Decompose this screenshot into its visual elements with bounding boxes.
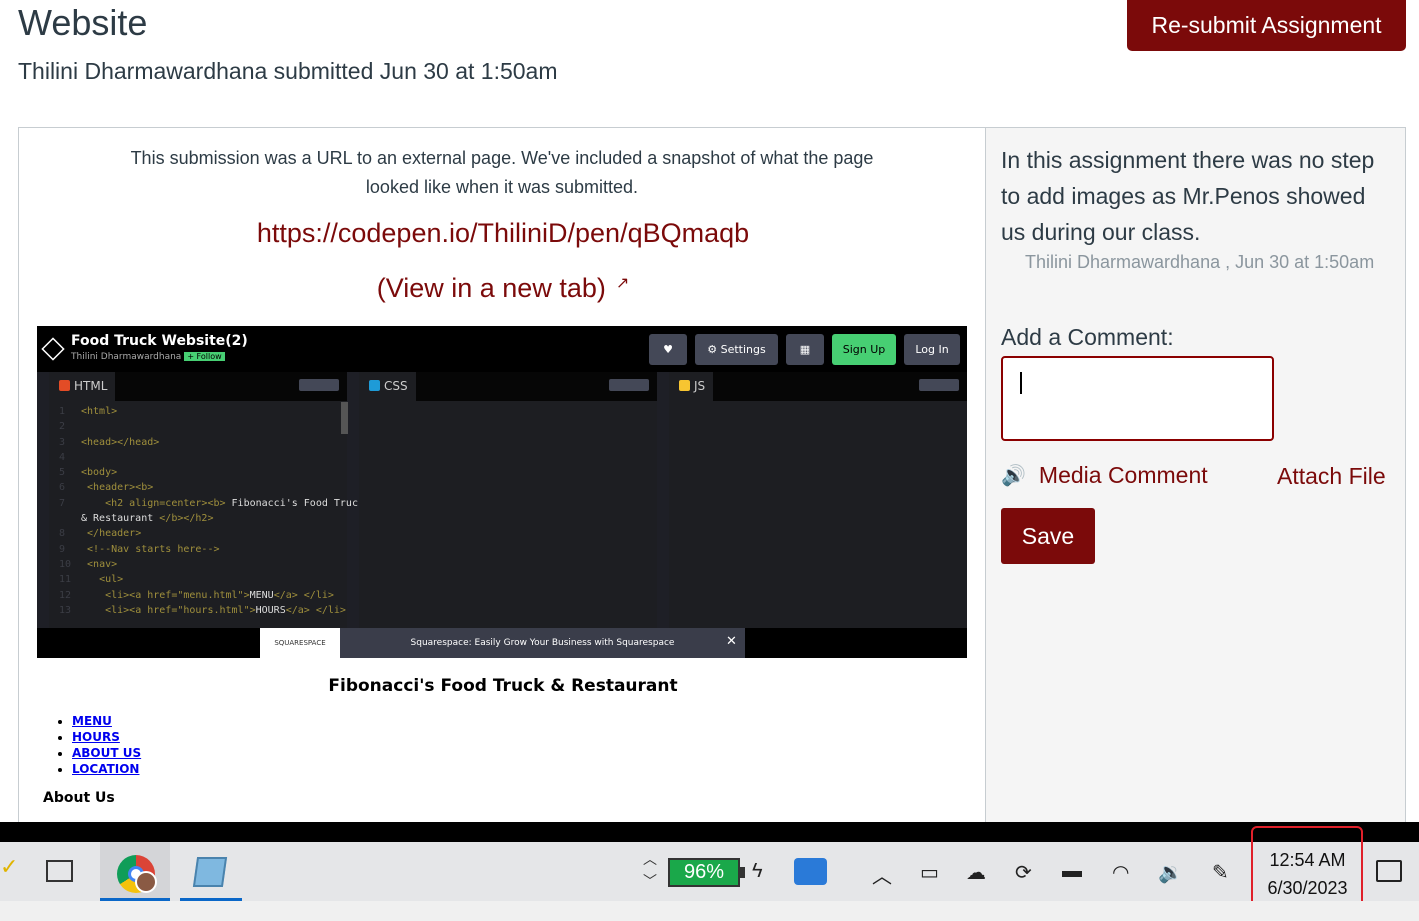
view-in-new-tab-link[interactable]: (View in a new tab) ↗ — [19, 273, 986, 304]
comment-textarea[interactable] — [1001, 356, 1274, 441]
submission-preview-panel: This submission was a URL to an external… — [18, 127, 986, 827]
widgets-icon[interactable] — [794, 858, 827, 885]
task-view-icon[interactable] — [46, 860, 73, 882]
login-button-image: Log In — [904, 334, 960, 365]
notepad-icon[interactable] — [192, 857, 228, 887]
battery-indicator[interactable]: 96% — [668, 858, 740, 887]
wifi-icon[interactable]: ◠ — [1112, 860, 1129, 885]
ad-text: Squarespace: Easily Grow Your Business w… — [340, 628, 745, 658]
update-icon[interactable]: ⟳ — [1015, 860, 1032, 885]
pen-author-name: Thilini Dharmawardhana — [71, 352, 182, 362]
squarespace-logo: SQUARESPACE — [260, 628, 340, 658]
editor-tab-label: CSS — [384, 379, 408, 393]
attach-file-link[interactable]: Attach File — [1277, 463, 1386, 490]
comment-meta: Thilini Dharmawardhana , Jun 30 at 1:50a… — [1025, 252, 1375, 272]
save-button[interactable]: Save — [1001, 508, 1095, 564]
window-bottom-edge — [0, 822, 1419, 842]
nav-link-menu[interactable]: MENU — [72, 714, 112, 728]
speaker-icon: 🔊 — [1001, 465, 1026, 487]
list-item: HOURS — [72, 729, 141, 745]
editor-scrollbar — [341, 402, 348, 434]
pen-icon[interactable]: ✎ — [1212, 860, 1229, 885]
add-comment-label: Add a Comment: — [1001, 324, 1174, 350]
editor-tab-js: JS — [669, 372, 714, 401]
ad-close-icon: ✕ — [726, 634, 737, 649]
list-item: ABOUT US — [72, 745, 141, 761]
list-item: LOCATION — [72, 761, 141, 777]
html-code: 1 <html> 2 3 <head></head> 4 5 <body> 6 <he… — [59, 406, 364, 616]
layout-icon: ▦ — [786, 334, 824, 365]
comments-panel: In this assignment there was no step to … — [985, 127, 1406, 827]
submission-info: Thilini Dharmawardhana submitted Jun 30 … — [18, 58, 558, 84]
codepen-logo-icon — [41, 337, 65, 361]
page-title: Website — [18, 2, 148, 43]
editor-tab-html: HTML — [49, 372, 116, 401]
site-heading: Fibonacci's Food Truck & Restaurant — [328, 676, 678, 696]
heart-icon: ♥ — [649, 334, 687, 365]
editor-tab-label: HTML — [74, 379, 108, 393]
editor-controls-icon — [919, 379, 959, 391]
submission-snapshot: Food Truck Website(2) Thilini Dharmaward… — [37, 326, 967, 658]
pen-author: Thilini Dharmawardhana + Follow — [71, 352, 225, 362]
charging-icon: ϟ — [752, 860, 763, 882]
editor-controls-icon — [299, 379, 339, 391]
notification-center-icon[interactable] — [1376, 860, 1402, 882]
site-nav-list: MENU HOURS ABOUT US LOCATION — [55, 713, 141, 777]
css-icon — [369, 380, 380, 391]
settings-button-image: ⚙ Settings — [695, 334, 778, 365]
submission-url-text[interactable]: https://codepen.io/ThiliniD/pen/qBQmaqb — [257, 218, 749, 248]
js-editor: JS — [669, 372, 967, 628]
html-icon — [59, 380, 70, 391]
view-in-new-tab-label[interactable]: (View in a new tab) — [377, 273, 606, 303]
follow-badge: + Follow — [184, 352, 225, 361]
volume-icon[interactable]: 🔉 — [1158, 860, 1183, 885]
submission-url-link[interactable]: https://codepen.io/ThiliniD/pen/qBQmaqb — [19, 218, 986, 249]
comment-body: In this assignment there was no step to … — [1001, 147, 1375, 245]
nav-link-location[interactable]: LOCATION — [72, 762, 139, 776]
taskbar-scroll-arrows-icon[interactable]: ︿ ﹀ — [643, 848, 657, 892]
battery-tip — [740, 867, 745, 878]
css-editor: CSS — [359, 372, 657, 628]
profile-avatar-icon — [135, 871, 157, 893]
external-link-icon: ↗ — [615, 275, 630, 292]
show-hidden-icons-chevron-icon[interactable]: ︿ — [872, 860, 892, 889]
about-us-heading: About Us — [43, 790, 115, 806]
pen-title: Food Truck Website(2) — [71, 333, 248, 349]
url-submission-notice: This submission was a URL to an external… — [130, 148, 874, 197]
editor-tab-label: JS — [694, 379, 706, 393]
screen-bottom — [0, 901, 1419, 921]
signup-button-image: Sign Up — [832, 334, 896, 365]
editor-controls-icon — [609, 379, 649, 391]
nav-link-about-us[interactable]: ABOUT US — [72, 746, 141, 760]
js-icon — [679, 380, 690, 391]
media-comment-link[interactable]: 🔊 Media Comment — [1001, 462, 1208, 489]
text-caret — [1020, 372, 1022, 394]
resubmit-assignment-button[interactable]: Re-submit Assignment — [1127, 0, 1406, 51]
codepen-header: Food Truck Website(2) Thilini Dharmaward… — [37, 326, 967, 372]
editor-tab-css: CSS — [359, 372, 416, 401]
onedrive-icon[interactable]: ☁ — [966, 860, 986, 885]
html-editor: HTML 1 <html> 2 3 <head></head> 4 5 <body> … — [49, 372, 364, 628]
nav-link-hours[interactable]: HOURS — [72, 730, 120, 744]
power-icon[interactable]: ▬ — [1062, 860, 1082, 883]
meet-now-icon[interactable]: ▭ — [920, 860, 939, 885]
list-item: MENU — [72, 713, 141, 729]
pinned-app-icon[interactable]: ✓ — [0, 854, 18, 880]
media-comment-label[interactable]: Media Comment — [1039, 462, 1208, 489]
